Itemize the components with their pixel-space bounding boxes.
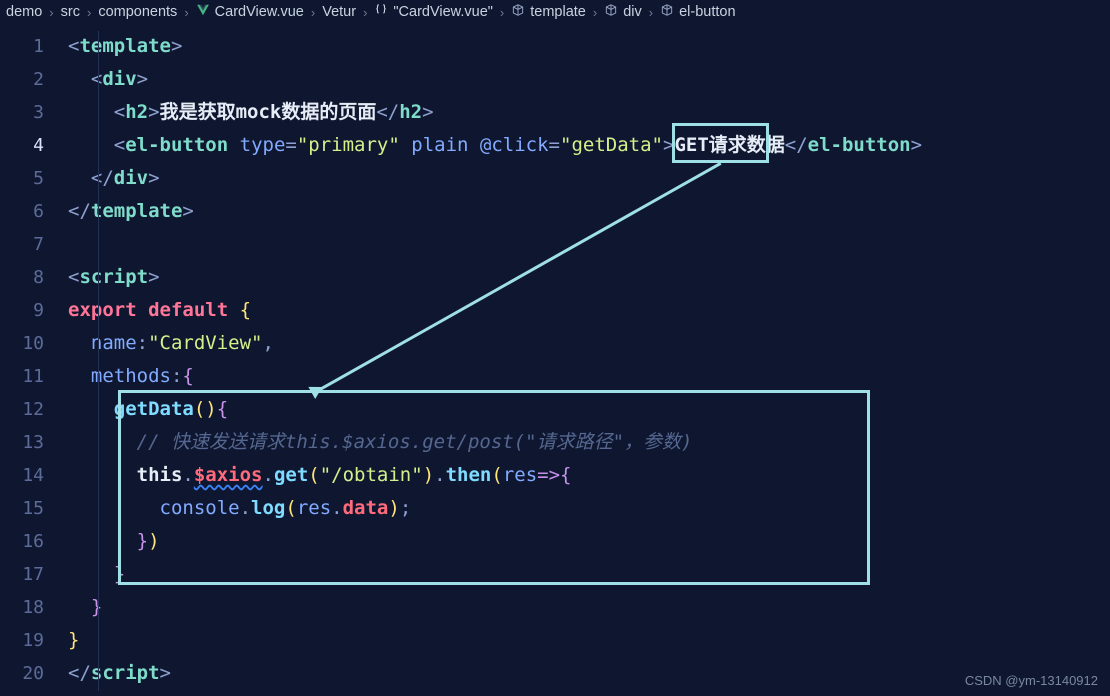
breadcrumb-item[interactable]: src <box>61 4 80 20</box>
code-content: this.$axios.get("/obtain").then(res=>{ <box>68 459 571 492</box>
code-content: </template> <box>68 195 194 228</box>
code-content: <script> <box>68 261 160 294</box>
breadcrumb-label: template <box>530 4 586 20</box>
breadcrumb-item[interactable]: Vetur <box>322 4 356 20</box>
code-editor[interactable]: 1<template>2 <div>3 <h2>我是获取mock数据的页面</h… <box>0 26 1110 690</box>
code-content: } <box>68 624 79 657</box>
line-number: 18 <box>0 591 68 624</box>
line-number: 16 <box>0 525 68 558</box>
line-number: 10 <box>0 327 68 360</box>
code-content: <div> <box>68 63 148 96</box>
code-line[interactable]: 18 } <box>0 591 1110 624</box>
breadcrumb-label: "CardView.vue" <box>393 4 493 20</box>
line-number: 6 <box>0 195 68 228</box>
code-content: getData(){ <box>68 393 228 426</box>
line-number: 14 <box>0 459 68 492</box>
cube-icon <box>604 3 618 21</box>
watermark: CSDN @ym-13140912 <box>965 673 1098 688</box>
breadcrumb-label: div <box>623 4 642 20</box>
breadcrumb-item[interactable]: CardView.vue <box>196 3 304 21</box>
breadcrumb-label: components <box>98 4 177 20</box>
breadcrumb-label: CardView.vue <box>215 4 304 20</box>
code-line[interactable]: 15 console.log(res.data); <box>0 492 1110 525</box>
cube-icon <box>660 3 674 21</box>
code-content: } <box>68 558 125 591</box>
breadcrumb-separator-icon: › <box>49 5 53 20</box>
breadcrumb-item[interactable]: template <box>511 3 586 21</box>
breadcrumb-separator-icon: › <box>184 5 188 20</box>
code-content: <h2>我是获取mock数据的页面</h2> <box>68 96 434 129</box>
breadcrumb-separator-icon: › <box>311 5 315 20</box>
breadcrumb-item[interactable]: components <box>98 4 177 20</box>
breadcrumb-label: demo <box>6 4 42 20</box>
line-number: 8 <box>0 261 68 294</box>
code-line[interactable]: 4 <el-button type="primary" plain @click… <box>0 129 1110 162</box>
code-line[interactable]: 16 }) <box>0 525 1110 558</box>
breadcrumb-item[interactable]: el-button <box>660 3 735 21</box>
code-line[interactable]: 17 } <box>0 558 1110 591</box>
code-line[interactable]: 2 <div> <box>0 63 1110 96</box>
code-line[interactable]: 1<template> <box>0 30 1110 63</box>
braces-icon <box>374 3 388 21</box>
breadcrumb-item[interactable]: demo <box>6 4 42 20</box>
line-number: 19 <box>0 624 68 657</box>
breadcrumb-separator-icon: › <box>649 5 653 20</box>
code-line[interactable]: 20</script> <box>0 657 1110 690</box>
breadcrumb-item[interactable]: "CardView.vue" <box>374 3 493 21</box>
code-line[interactable]: 11 methods:{ <box>0 360 1110 393</box>
vue-icon <box>196 3 210 21</box>
code-content: // 快速发送请求this.$axios.get/post("请求路径"，参数) <box>68 426 693 459</box>
line-number: 1 <box>0 30 68 63</box>
line-number: 12 <box>0 393 68 426</box>
code-content: </script> <box>68 657 171 690</box>
code-line[interactable]: 19} <box>0 624 1110 657</box>
code-content: <el-button type="primary" plain @click="… <box>68 129 922 162</box>
code-line[interactable]: 5 </div> <box>0 162 1110 195</box>
code-line[interactable]: 9export default { <box>0 294 1110 327</box>
line-number: 13 <box>0 426 68 459</box>
code-line[interactable]: 14 this.$axios.get("/obtain").then(res=>… <box>0 459 1110 492</box>
breadcrumb-label: el-button <box>679 4 735 20</box>
code-content: methods:{ <box>68 360 194 393</box>
code-line[interactable]: 8<script> <box>0 261 1110 294</box>
breadcrumb-separator-icon: › <box>87 5 91 20</box>
code-content: </div> <box>68 162 160 195</box>
code-content: export default { <box>68 294 251 327</box>
line-number: 2 <box>0 63 68 96</box>
line-number: 20 <box>0 657 68 690</box>
code-content: }) <box>68 525 160 558</box>
code-content: <template> <box>68 30 182 63</box>
breadcrumb-label: src <box>61 4 80 20</box>
breadcrumb-item[interactable]: div <box>604 3 642 21</box>
breadcrumb-separator-icon: › <box>593 5 597 20</box>
breadcrumb-separator-icon: › <box>363 5 367 20</box>
line-number: 17 <box>0 558 68 591</box>
line-number: 11 <box>0 360 68 393</box>
code-content: console.log(res.data); <box>68 492 411 525</box>
code-line[interactable]: 3 <h2>我是获取mock数据的页面</h2> <box>0 96 1110 129</box>
line-number: 4 <box>0 129 68 162</box>
code-line[interactable]: 12 getData(){ <box>0 393 1110 426</box>
code-line[interactable]: 13 // 快速发送请求this.$axios.get/post("请求路径"，… <box>0 426 1110 459</box>
cube-icon <box>511 3 525 21</box>
line-number: 5 <box>0 162 68 195</box>
line-number: 7 <box>0 228 68 261</box>
breadcrumb-separator-icon: › <box>500 5 504 20</box>
line-number: 15 <box>0 492 68 525</box>
line-number: 9 <box>0 294 68 327</box>
code-line[interactable]: 7 <box>0 228 1110 261</box>
breadcrumb-label: Vetur <box>322 4 356 20</box>
breadcrumb[interactable]: demo › src › components › CardView.vue › Vetur › "… <box>0 0 1110 26</box>
code-line[interactable]: 6</template> <box>0 195 1110 228</box>
code-line[interactable]: 10 name:"CardView", <box>0 327 1110 360</box>
line-number: 3 <box>0 96 68 129</box>
